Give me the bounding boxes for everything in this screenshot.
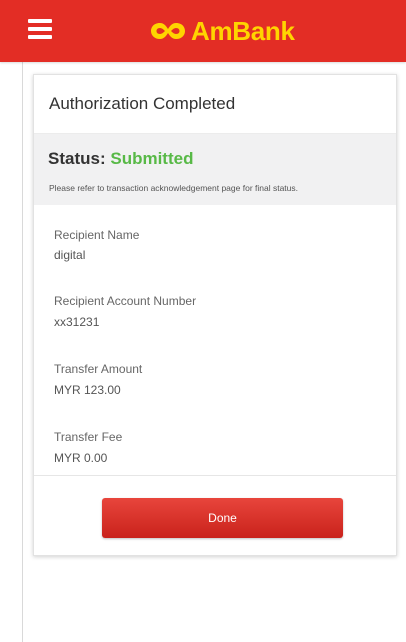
card-divider [34,475,396,476]
hamburger-menu-icon[interactable] [28,19,52,39]
card-title: Authorization Completed [49,94,236,113]
status-note: Please refer to transaction acknowledgem… [49,183,299,193]
page-edge-divider [22,62,23,642]
recipient-name-value: digital [54,248,86,262]
status-label: Status: [48,149,106,168]
status-value: Submitted [110,149,194,168]
transfer-fee-value: MYR 0.00 [54,451,108,465]
brand-logo: AmBank [149,14,295,48]
recipient-account-value: xx31231 [54,315,100,329]
transfer-amount-value: MYR 123.00 [54,383,121,397]
authorization-card: Authorization Completed Status: Submitte… [33,74,397,556]
transfer-amount-label: Transfer Amount [54,362,143,376]
app-header: AmBank [0,0,406,62]
done-button[interactable]: Done [102,498,343,538]
recipient-name-label: Recipient Name [54,228,140,242]
status-section [34,134,396,205]
recipient-account-label: Recipient Account Number [54,294,197,308]
card-title-bar: Authorization Completed [34,75,396,134]
transfer-fee-label: Transfer Fee [54,430,123,444]
status-line: Status: Submitted [48,149,193,169]
brand-name: AmBank [191,15,295,46]
ambank-logo-icon [151,23,185,39]
